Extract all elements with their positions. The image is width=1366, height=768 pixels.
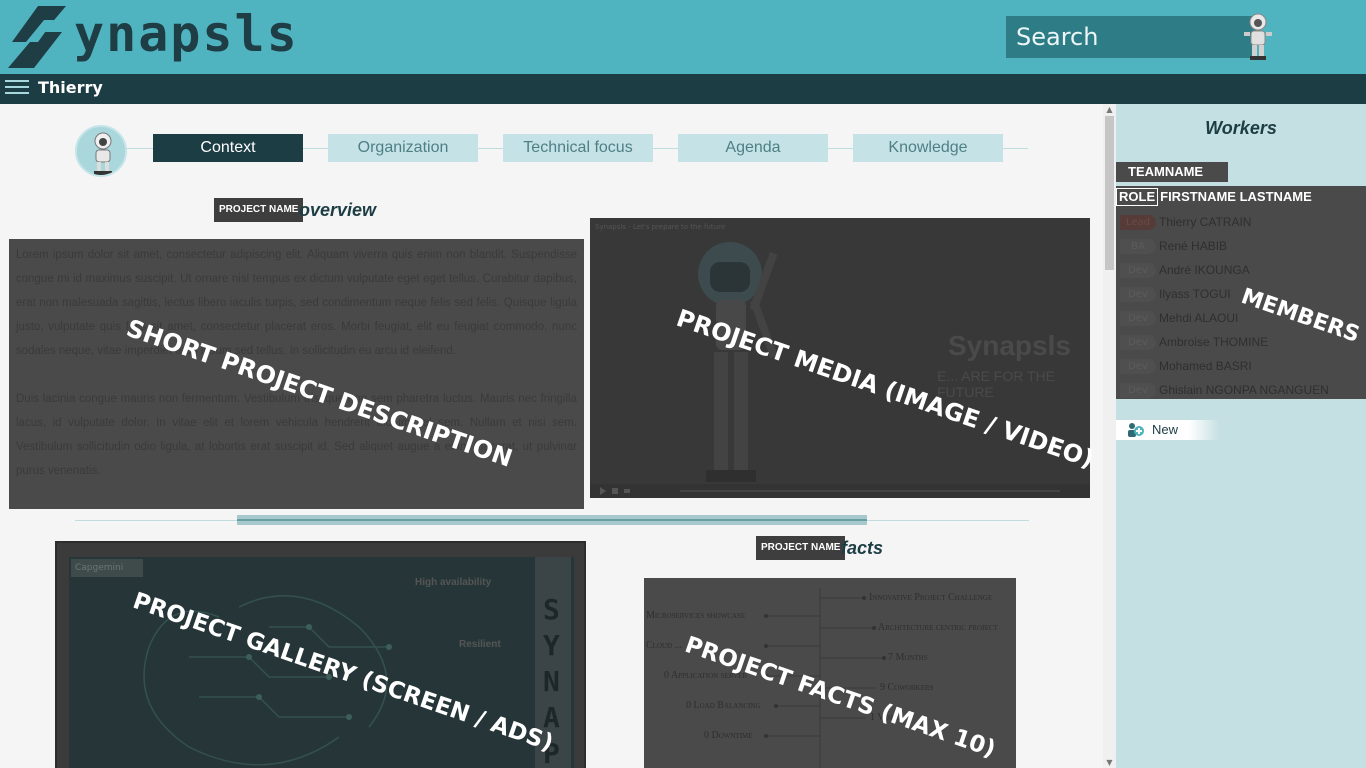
tab-organization[interactable]: Organization [328, 134, 478, 162]
hamburger-menu-icon[interactable] [5, 80, 29, 98]
members-header: ROLE FIRSTNAME LASTNAME [1116, 188, 1312, 206]
scroll-down-icon[interactable]: ▼ [1105, 758, 1114, 767]
facts-title: facts [841, 538, 884, 558]
tab-knowledge[interactable]: Knowledge [853, 134, 1003, 162]
member-role: BA [1120, 239, 1156, 254]
member-name: Ilyass TOGUI [1159, 287, 1231, 301]
description-paragraph-1: Lorem ipsum dolor sit amet, consectetur … [16, 249, 577, 357]
workers-title: Workers [1205, 118, 1277, 138]
member-role: Dev [1120, 263, 1156, 278]
avatar[interactable] [75, 125, 127, 177]
tab-technical-focus[interactable]: Technical focus [503, 134, 653, 162]
member-name: Ambroise THOMINE [1159, 335, 1269, 349]
logo-text: ynapsls [74, 5, 299, 63]
user-bar: Thierry [0, 74, 1366, 104]
scroll-up-icon[interactable]: ▲ [1105, 105, 1114, 114]
gallery-letter: S [543, 593, 560, 626]
main-content: Context Organization Technical focus Age… [0, 104, 1103, 768]
member-role: Dev [1120, 287, 1156, 302]
workers-panel: Workers TEAMNAME ROLE FIRSTNAME LASTNAME … [1116, 104, 1366, 768]
gallery-letter: Y [543, 629, 560, 662]
video-controls[interactable] [590, 484, 1090, 498]
description-paragraph-2: Duis lacinia congue mauris non fermentum… [16, 393, 577, 477]
member-name: Mehdi ALAOUI [1159, 311, 1239, 325]
gallery-hint-2: Resilient [459, 639, 501, 650]
add-member-button[interactable]: New [1116, 420, 1220, 440]
list-item[interactable]: Dev Ghislain NGONPA NGANGUEN [1116, 380, 1366, 399]
media-tagline: E... ARE FOR THE FUTURE [937, 368, 1055, 400]
member-name: Ghislain NGONPA NGANGUEN [1159, 383, 1329, 397]
member-name: André IKOUNGA [1159, 263, 1250, 277]
fact-right-2: Architecture centric project [878, 622, 998, 633]
role-header: ROLE [1116, 188, 1159, 206]
tab-context[interactable]: Context [153, 134, 303, 162]
gallery-letter: N [543, 665, 560, 698]
member-role: Lead [1120, 215, 1156, 230]
add-user-icon [1128, 423, 1144, 437]
fact-right-1: Innovative Project Challenge [869, 592, 993, 603]
top-header: ynapsls [0, 0, 1366, 74]
new-label: New [1152, 422, 1179, 437]
project-name-badge: PROJECT NAME [756, 536, 846, 560]
list-item[interactable]: BA René HABIB [1116, 236, 1366, 256]
member-role: Dev [1120, 335, 1156, 350]
team-name-badge: TEAMNAME [1116, 162, 1228, 182]
gallery-hint-1: High availability [415, 577, 492, 588]
search-box[interactable] [1006, 16, 1256, 58]
logo[interactable]: ynapsls [4, 2, 297, 72]
gallery-brand: Capgemini [71, 559, 143, 577]
fact-left-1: Microservices showcase [646, 610, 746, 621]
fact-right-4: 9 Coworkers [880, 682, 934, 693]
media-brand: Synapsls [948, 330, 1071, 361]
name-header: FIRSTNAME LASTNAME [1160, 189, 1312, 204]
tab-agenda[interactable]: Agenda [678, 134, 828, 162]
project-name-badge: PROJECT NAME [214, 198, 304, 222]
search-input[interactable] [1006, 16, 1256, 58]
member-role: Dev [1120, 359, 1156, 374]
carousel-progress-bar[interactable] [237, 515, 867, 525]
list-item[interactable]: Dev André IKOUNGA [1116, 260, 1366, 280]
media-title: Synapsls - Let's prepare to the future [595, 223, 726, 231]
members-list: ROLE FIRSTNAME LASTNAME Lead Thierry CATR… [1116, 186, 1366, 399]
robot-avatar-icon [94, 132, 112, 175]
logo-mark-icon [8, 6, 66, 68]
member-name: Thierry CATRAIN [1159, 215, 1252, 229]
robot-mascot-icon [1244, 13, 1272, 60]
fact-right-3: 7 Months [888, 652, 928, 663]
main-scrollbar[interactable]: ▲ ▼ [1103, 104, 1116, 768]
scroll-thumb[interactable] [1105, 116, 1114, 270]
member-name: René HABIB [1159, 239, 1228, 253]
list-item[interactable]: Lead Thierry CATRAIN [1116, 212, 1366, 232]
member-name: Mohamed BASRI [1159, 359, 1252, 373]
member-role: Dev [1120, 383, 1156, 398]
fact-left-2: Cloud ... [646, 640, 683, 651]
username-label[interactable]: Thierry [38, 78, 103, 97]
list-item[interactable]: Dev Mohamed BASRI [1116, 356, 1366, 376]
member-role: Dev [1120, 311, 1156, 326]
overview-title: overview [299, 200, 377, 220]
fact-left-4: 0 Load Balancing [686, 700, 761, 711]
fact-left-5: 0 Downtime [704, 730, 753, 741]
